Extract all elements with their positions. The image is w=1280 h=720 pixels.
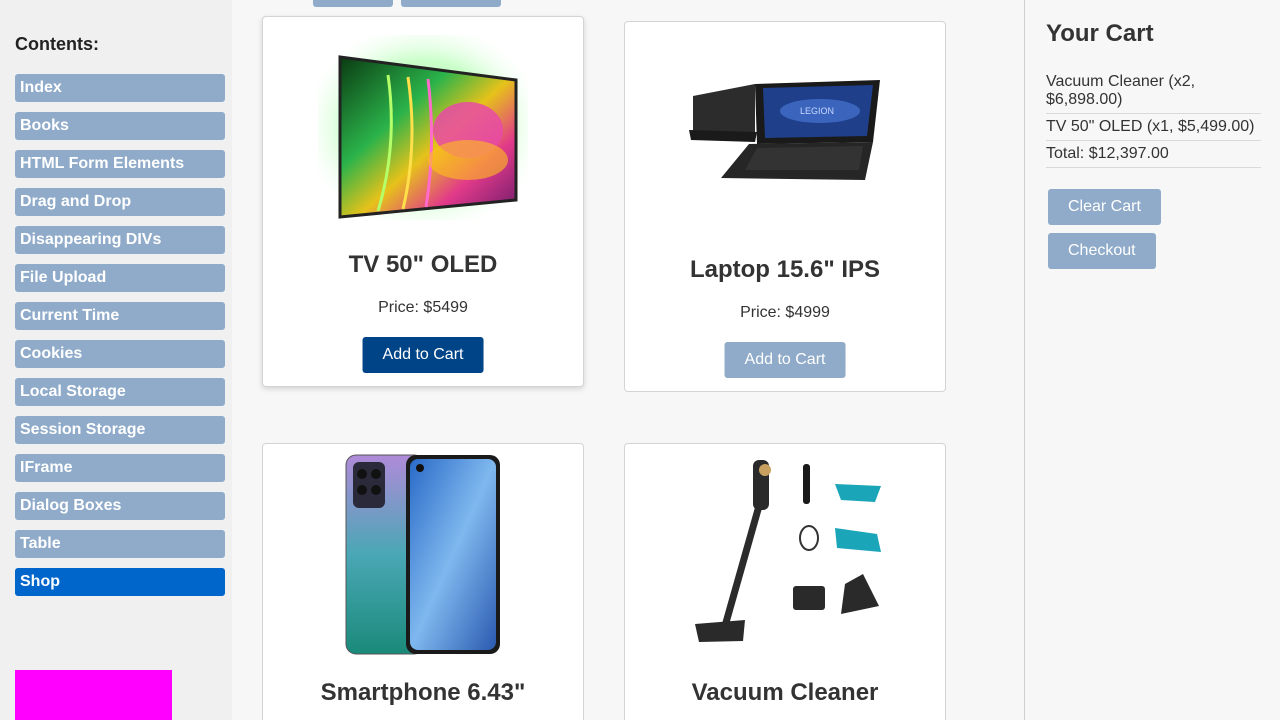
nav-item-file-upload[interactable]: File Upload <box>15 264 225 292</box>
product-grid: TV 50" OLED Price: $5499 Add to Cart LEG… <box>232 0 1024 720</box>
product-card-vacuum: Vacuum Cleaner <box>624 443 946 720</box>
cart-list: Vacuum Cleaner (x2, $6,898.00) TV 50" OL… <box>1046 72 1261 168</box>
svg-text:LEGION: LEGION <box>800 106 834 116</box>
product-card-tv: TV 50" OLED Price: $5499 Add to Cart <box>262 16 584 387</box>
checkout-button[interactable]: Checkout <box>1048 233 1156 269</box>
product-card-laptop: LEGION Laptop 15.6" IPS Price: $4999 Add… <box>624 21 946 392</box>
cart-title: Your Cart <box>1046 20 1154 47</box>
add-to-cart-button[interactable]: Add to Cart <box>362 337 484 373</box>
nav-item-table[interactable]: Table <box>15 530 225 558</box>
magenta-block <box>15 670 172 720</box>
product-name: TV 50" OLED <box>348 251 498 278</box>
smartphone-image <box>263 454 583 656</box>
clear-cart-button[interactable]: Clear Cart <box>1048 189 1161 225</box>
cart-item: TV 50" OLED (x1, $5,499.00) <box>1046 114 1261 141</box>
nav-item-current-time[interactable]: Current Time <box>15 302 225 330</box>
top-tab-partial[interactable] <box>401 0 501 7</box>
nav-item-shop[interactable]: Shop <box>15 568 225 596</box>
sidebar: Contents: Index Books HTML Form Elements… <box>0 0 232 720</box>
cart-panel: Your Cart Vacuum Cleaner (x2, $6,898.00)… <box>1024 0 1280 720</box>
product-price: Price: $4999 <box>740 304 830 321</box>
nav-item-dialog-boxes[interactable]: Dialog Boxes <box>15 492 225 520</box>
vacuum-image <box>625 456 945 651</box>
nav-item-drag-and-drop[interactable]: Drag and Drop <box>15 188 225 216</box>
cart-item: Vacuum Cleaner (x2, $6,898.00) <box>1046 72 1261 114</box>
product-name: Smartphone 6.43" <box>320 679 526 706</box>
cart-total: Total: $12,397.00 <box>1046 141 1261 168</box>
product-name: Vacuum Cleaner <box>691 679 879 706</box>
product-card-smartphone: Smartphone 6.43" <box>262 443 584 720</box>
nav-item-session-storage[interactable]: Session Storage <box>15 416 225 444</box>
nav-item-books[interactable]: Books <box>15 112 225 140</box>
nav-item-cookies[interactable]: Cookies <box>15 340 225 368</box>
laptop-image: LEGION <box>625 74 945 189</box>
product-price: Price: $5499 <box>378 299 468 316</box>
nav-item-html-form-elements[interactable]: HTML Form Elements <box>15 150 225 178</box>
top-tab-partial[interactable] <box>313 0 393 7</box>
add-to-cart-button[interactable]: Add to Cart <box>724 342 846 378</box>
nav-item-iframe[interactable]: IFrame <box>15 454 225 482</box>
nav-list: Index Books HTML Form Elements Drag and … <box>15 74 225 606</box>
tv-image <box>263 35 583 220</box>
product-name: Laptop 15.6" IPS <box>689 256 881 283</box>
nav-item-disappearing-divs[interactable]: Disappearing DIVs <box>15 226 225 254</box>
sidebar-title: Contents: <box>15 34 99 54</box>
nav-item-index[interactable]: Index <box>15 74 225 102</box>
nav-item-local-storage[interactable]: Local Storage <box>15 378 225 406</box>
